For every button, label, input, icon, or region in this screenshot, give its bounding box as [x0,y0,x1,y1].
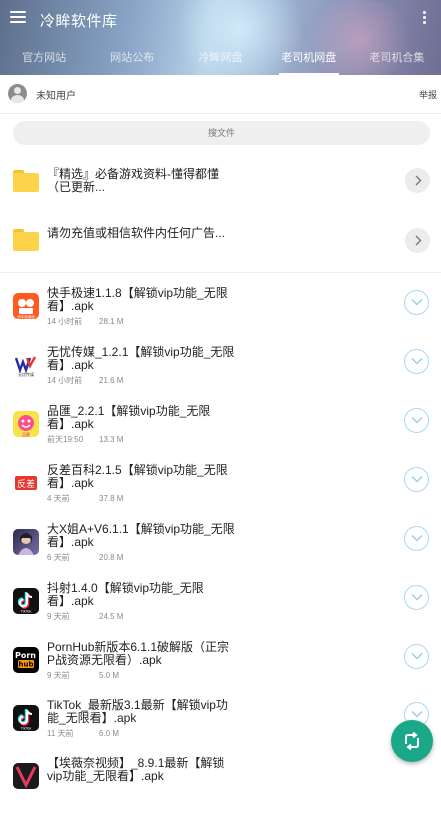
file-meta: 9 天前 24.5 M [47,612,124,621]
report-link[interactable]: 举报 [419,88,437,101]
file-item[interactable]: 快手极速版 快手极速1.1.8【解锁vip功能_无限 看】.apk 14 小时前 2… [0,287,441,345]
file-meta: 11 天前 6.0 M [47,729,120,738]
file-item[interactable]: 【埃薇奈视频】_8.9.1最新【解锁 vip功能_无限看】.apk [0,757,441,815]
user-name: 未知用户 [36,91,76,102]
svg-text:反差: 反差 [17,478,35,490]
folder-item[interactable]: 请勿充值或相信软件内任何广告... [0,213,441,271]
svg-text:TikTok: TikTok [20,727,33,731]
svg-text:hub: hub [19,661,34,669]
chevron-right-icon[interactable] [405,228,430,253]
file-item[interactable]: Porn hub PornHub新版本6.1.1破解版（正宗 P战资源无限看）.ap… [0,641,441,699]
tab-laosiji-pan[interactable]: 老司机网盘 [265,46,353,75]
search-input[interactable]: 搜文件 [13,121,430,145]
toolbar: 冷眸软件库 [0,0,441,38]
svg-text:TikTok: TikTok [20,610,33,614]
file-name: PornHub新版本6.1.1破解版（正宗 P战资源无限看）.apk [47,640,230,667]
file-meta: 前天19:50 13.3 M [47,435,124,444]
fancha-app-icon: 反差 [13,470,39,496]
file-item[interactable]: 品匯 品匯_2.2.1【解锁vip功能_无限 看】.apk 前天19:50 13.3… [0,405,441,463]
file-name: 抖射1.4.0【解锁vip功能_无限 看】.apk [47,581,204,608]
svg-text:Porn: Porn [15,651,36,660]
file-name: 无忧传媒_1.2.1【解锁vip功能_无限 看】.apk [47,345,235,372]
more-vertical-icon[interactable] [419,11,429,27]
svg-text:快手极速版: 快手极速版 [17,314,35,319]
tiktok-app-icon: TikTok [13,705,39,731]
folder-item[interactable]: 『精选』必备游戏资料-懂得都懂 （已更新... [0,155,441,213]
folder-icon [13,229,39,251]
file-meta: 14 小时前 28.1 M [47,317,124,326]
refresh-share-icon [405,731,419,751]
svg-text:品匯: 品匯 [22,432,30,437]
chevron-down-icon[interactable] [404,585,429,610]
file-name: 大X姐A+V6.1.1【解锁vip功能_无限 看】.apk [47,522,235,549]
tab-official-site[interactable]: 官方网站 [0,46,88,75]
list-divider [0,272,441,273]
file-name: 品匯_2.2.1【解锁vip功能_无限 看】.apk [47,404,211,431]
user-row: 未知用户 举报 [0,76,441,114]
folder-name: 『精选』必备游戏资料-懂得都懂 （已更新... [47,167,219,194]
file-meta: 9 天前 5.0 M [47,671,120,680]
file-name: 快手极速1.1.8【解锁vip功能_无限 看】.apk [47,286,228,313]
pinhui-app-icon: 品匯 [13,411,39,437]
kuaishou-app-icon: 快手极速版 [13,293,39,319]
chevron-right-icon[interactable] [405,168,430,193]
chevron-down-icon[interactable] [404,644,429,669]
file-name: 反差百科2.1.5【解锁vip功能_无限 看】.apk [47,463,228,490]
file-name: TikTok_最新版3.1最新【解锁vip功 能_无限看】.apk [47,698,228,725]
tab-lengmou-pan[interactable]: 冷眸网盘 [176,46,264,75]
tab-laosiji-collection[interactable]: 老司机合集 [353,46,441,75]
chevron-down-icon[interactable] [404,408,429,433]
svg-text:无忧传媒: 无忧传媒 [18,371,34,377]
file-meta: 14 小时前 21.6 M [47,376,124,385]
folder-name: 请勿充值或相信软件内任何广告... [47,226,226,240]
chevron-down-icon[interactable] [404,526,429,551]
ph-app-icon: Porn hub [13,647,39,673]
file-item[interactable]: 反差 反差百科2.1.5【解锁vip功能_无限 看】.apk 4 天前 37.8 M [0,464,441,522]
chevron-down-icon[interactable] [404,290,429,315]
tab-bar: 官方网站 网站公布 冷眸网盘 老司机网盘 老司机合集 [0,46,441,75]
folder-icon [13,170,39,192]
file-meta: 6 天前 20.8 M [47,553,124,562]
file-item[interactable]: 无忧传媒 无忧传媒_1.2.1【解锁vip功能_无限 看】.apk 14 小时前 2… [0,346,441,404]
file-item[interactable]: TikTok TikTok_最新版3.1最新【解锁vip功 能_无限看】.apk … [0,699,441,757]
app-title: 冷眸软件库 [40,13,118,30]
tab-site-announce[interactable]: 网站公布 [88,46,176,75]
hamburger-menu-icon[interactable] [10,11,26,25]
file-meta: 4 天前 37.8 M [47,494,124,503]
chevron-down-icon[interactable] [404,349,429,374]
dajie-app-icon [13,529,39,555]
refresh-share-fab[interactable] [391,720,433,762]
aiweinai-app-icon [13,763,39,789]
wuyou-app-icon: 无忧传媒 [13,352,39,378]
app-header: 冷眸软件库 官方网站 网站公布 冷眸网盘 老司机网盘 老司机合集 [0,0,441,75]
tiktok-app-icon: TikTok [13,588,39,614]
file-item[interactable]: 大X姐A+V6.1.1【解锁vip功能_无限 看】.apk 6 天前 20.8 M [0,523,441,581]
file-name: 【埃薇奈视频】_8.9.1最新【解锁 vip功能_无限看】.apk [47,756,225,783]
file-item[interactable]: TikTok 抖射1.4.0【解锁vip功能_无限 看】.apk 9 天前 24.5… [0,582,441,640]
chevron-down-icon[interactable] [404,467,429,492]
avatar[interactable] [8,84,27,103]
